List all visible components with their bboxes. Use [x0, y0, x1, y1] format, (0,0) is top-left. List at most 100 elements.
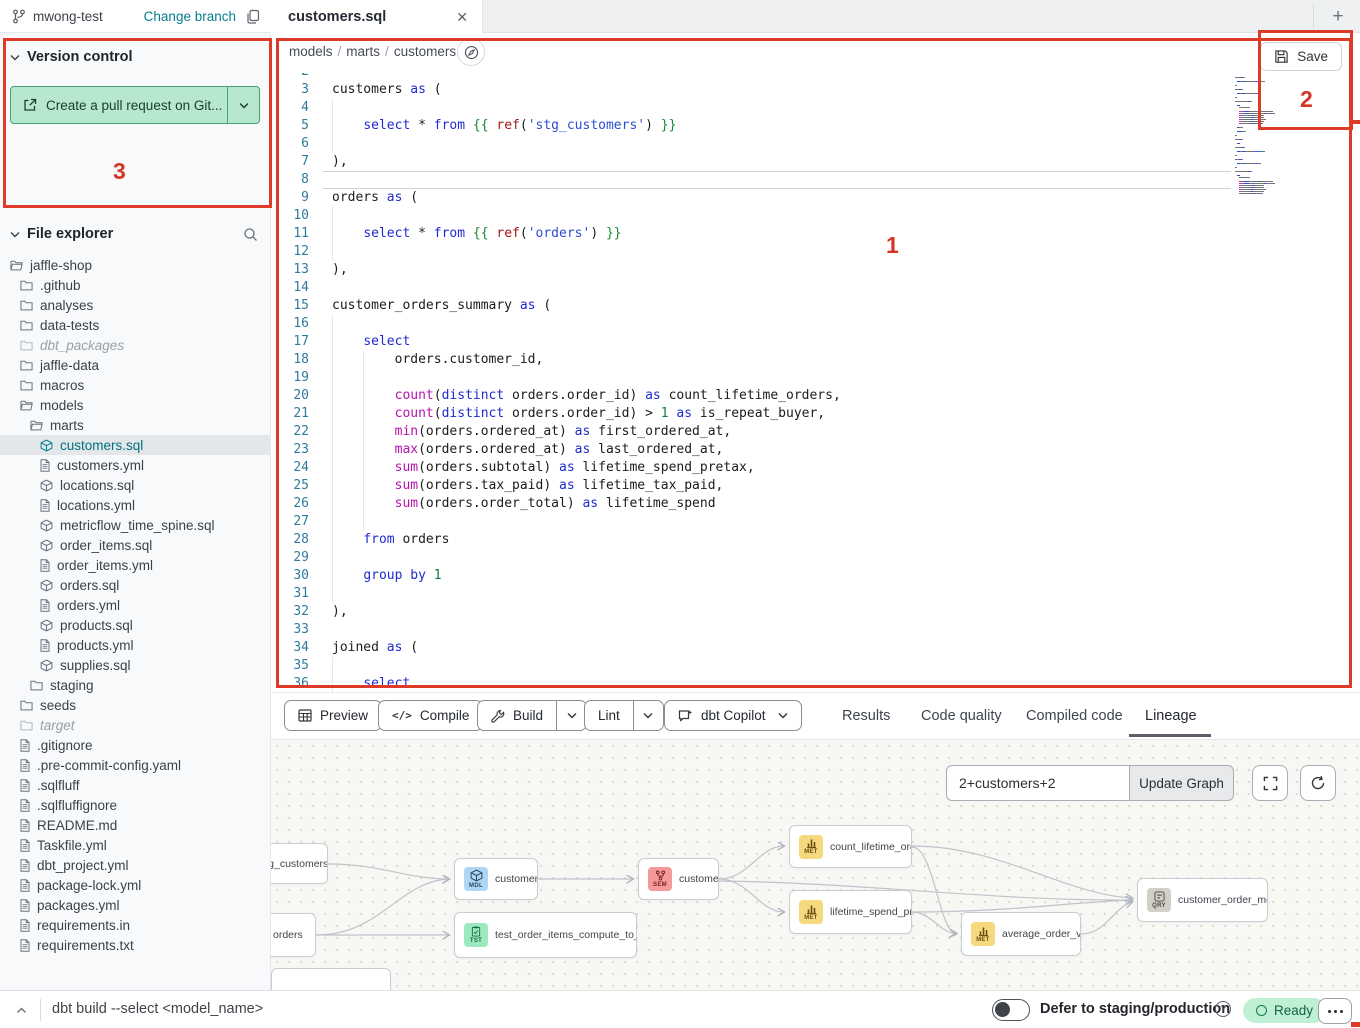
tree-item-locations.yml[interactable]: locations.yml — [0, 495, 270, 515]
tree-item-order_items.yml[interactable]: order_items.yml — [0, 555, 270, 575]
search-icon[interactable] — [243, 227, 258, 242]
folder-icon — [20, 279, 33, 291]
tree-item-requirements.txt[interactable]: requirements.txt — [0, 935, 270, 955]
tree-item-target[interactable]: target — [0, 715, 270, 735]
tree-item-seeds[interactable]: seeds — [0, 695, 270, 715]
copy-icon[interactable] — [246, 9, 260, 24]
refresh-icon[interactable] — [1300, 765, 1336, 801]
tree-item-macros[interactable]: macros — [0, 375, 270, 395]
tree-item-jaffle-data[interactable]: jaffle-data — [0, 355, 270, 375]
lineage-node-customers[interactable]: SEMcustomers — [638, 858, 719, 900]
code-line-36: 36 select — [271, 675, 1360, 692]
file-icon — [20, 919, 30, 932]
update-graph-button[interactable]: Update Graph — [1129, 765, 1234, 801]
code-line-16: 16 — [271, 315, 1360, 333]
help-icon[interactable]: ? — [1215, 1001, 1231, 1017]
version-control-header[interactable]: Version control — [0, 45, 270, 69]
code-line-5: 5 select * from {{ ref('stg_customers') … — [271, 117, 1360, 135]
tree-item-orders.yml[interactable]: orders.yml — [0, 595, 270, 615]
code-line-30: 30 group by 1 — [271, 567, 1360, 585]
tree-item-locations.sql[interactable]: locations.sql — [0, 475, 270, 495]
build-options-caret[interactable] — [556, 701, 586, 730]
lineage-node-label: customers — [495, 873, 538, 885]
tree-item-orders.sql[interactable]: orders.sql — [0, 575, 270, 595]
tree-item-dbt_packages[interactable]: dbt_packages — [0, 335, 270, 355]
tree-item-requirements.in[interactable]: requirements.in — [0, 915, 270, 935]
compile-button[interactable]: </>Compile — [378, 700, 483, 731]
tree-item-Taskfile.yml[interactable]: Taskfile.yml — [0, 835, 270, 855]
build-button[interactable]: Build — [477, 700, 587, 731]
tab-code-quality[interactable]: Code quality — [921, 693, 1002, 739]
lineage-node-partial[interactable] — [271, 968, 391, 990]
code-editor[interactable]: 23customers as (45 select * from {{ ref(… — [271, 73, 1360, 692]
tree-item-data-tests[interactable]: data-tests — [0, 315, 270, 335]
change-branch-link[interactable]: Change branch — [144, 9, 236, 24]
lineage-node-orders[interactable]: orders — [271, 913, 316, 957]
tree-item-supplies.sql[interactable]: supplies.sql — [0, 655, 270, 675]
tab-compiled-code[interactable]: Compiled code — [1026, 693, 1123, 739]
lineage-node-customers[interactable]: MDLcustomers — [454, 858, 538, 900]
tree-item-README.md[interactable]: README.md — [0, 815, 270, 835]
code-line-15: 15customer_orders_summary as ( — [271, 297, 1360, 315]
create-pr-button[interactable]: Create a pull request on Git... — [10, 86, 260, 124]
tree-item-.github[interactable]: .github — [0, 275, 270, 295]
tab-results[interactable]: Results — [842, 693, 890, 739]
lineage-node-count_lifetime_orders[interactable]: METcount_lifetime_orders — [789, 825, 912, 868]
lineage-node-customer_order_metrics[interactable]: QRYcustomer_order_metrics — [1137, 878, 1268, 922]
tree-item-label: locations.sql — [60, 478, 134, 493]
tree-item-package-lock.yml[interactable]: package-lock.yml — [0, 875, 270, 895]
lineage-node-test_order_items_compute_to_bools[interactable]: TSTtest_order_items_compute_to_bools... — [454, 912, 637, 958]
dbt-copilot-button[interactable]: dbt Copilot — [664, 700, 802, 731]
tree-item-dbt_project.yml[interactable]: dbt_project.yml — [0, 855, 270, 875]
tree-item-analyses[interactable]: analyses — [0, 295, 270, 315]
lint-button[interactable]: Lint — [584, 700, 664, 731]
tree-item-order_items.sql[interactable]: order_items.sql — [0, 535, 270, 555]
tree-item-customers.sql[interactable]: customers.sql — [0, 435, 270, 455]
close-tab-icon[interactable]: ✕ — [456, 10, 468, 24]
tree-item-models[interactable]: models — [0, 395, 270, 415]
breadcrumb-bar: models/marts/customers.sql Save — [271, 33, 1360, 73]
lint-options-caret[interactable] — [633, 701, 663, 730]
tree-item-.sqlfluffignore[interactable]: .sqlfluffignore — [0, 795, 270, 815]
lineage-selector-input[interactable] — [946, 765, 1129, 801]
lineage-node-lifetime_spend_pretax[interactable]: METlifetime_spend_pretax — [789, 890, 912, 934]
save-button[interactable]: Save — [1260, 42, 1342, 71]
new-tab-button[interactable]: + — [1326, 5, 1350, 29]
file-icon — [20, 939, 30, 952]
defer-toggle[interactable] — [992, 999, 1030, 1021]
tree-item-staging[interactable]: staging — [0, 675, 270, 695]
breadcrumb-item[interactable]: models — [289, 44, 333, 59]
ready-dot-icon — [1256, 1005, 1267, 1016]
tree-item-.pre-commit-config.yaml[interactable]: .pre-commit-config.yaml — [0, 755, 270, 775]
chevron-up-icon[interactable] — [10, 1000, 32, 1020]
command-input[interactable]: dbt build --select <model_name> — [52, 1001, 263, 1017]
tree-item-customers.yml[interactable]: customers.yml — [0, 455, 270, 475]
tree-item-.sqlfluff[interactable]: .sqlfluff — [0, 775, 270, 795]
lineage-node-stg_customers[interactable]: stg_customers — [271, 843, 328, 884]
more-options-button[interactable] — [1318, 998, 1352, 1024]
tree-item-metricflow_time_spine.sql[interactable]: metricflow_time_spine.sql — [0, 515, 270, 535]
pr-options-caret[interactable] — [227, 87, 259, 123]
preview-button[interactable]: Preview — [284, 700, 382, 731]
tree-item-marts[interactable]: marts — [0, 415, 270, 435]
met-badge-icon: MET — [799, 835, 823, 859]
file-icon — [40, 599, 50, 612]
tree-item-products.sql[interactable]: products.sql — [0, 615, 270, 635]
file-explorer-header[interactable]: File explorer — [0, 222, 270, 246]
save-icon — [1274, 49, 1289, 64]
tree-item-label: staging — [50, 678, 94, 693]
tree-item-packages.yml[interactable]: packages.yml — [0, 895, 270, 915]
tree-item-label: orders.yml — [57, 598, 120, 613]
version-control-section: Version control Create a pull request on… — [0, 45, 270, 69]
breadcrumb-item[interactable]: marts — [346, 44, 380, 59]
code-line-32: 32), — [271, 603, 1360, 621]
compass-icon[interactable] — [457, 38, 485, 66]
tree-item-products.yml[interactable]: products.yml — [0, 635, 270, 655]
fullscreen-icon[interactable] — [1252, 765, 1288, 801]
tab-customers-sql[interactable]: customers.sql ✕ — [270, 0, 483, 33]
tree-item-jaffle-shop[interactable]: jaffle-shop — [0, 255, 270, 275]
lineage-node-average_order_value[interactable]: METaverage_order_value — [961, 912, 1081, 956]
tree-item-.gitignore[interactable]: .gitignore — [0, 735, 270, 755]
tab-lineage[interactable]: Lineage — [1145, 693, 1197, 739]
chevron-down-icon — [10, 231, 20, 238]
